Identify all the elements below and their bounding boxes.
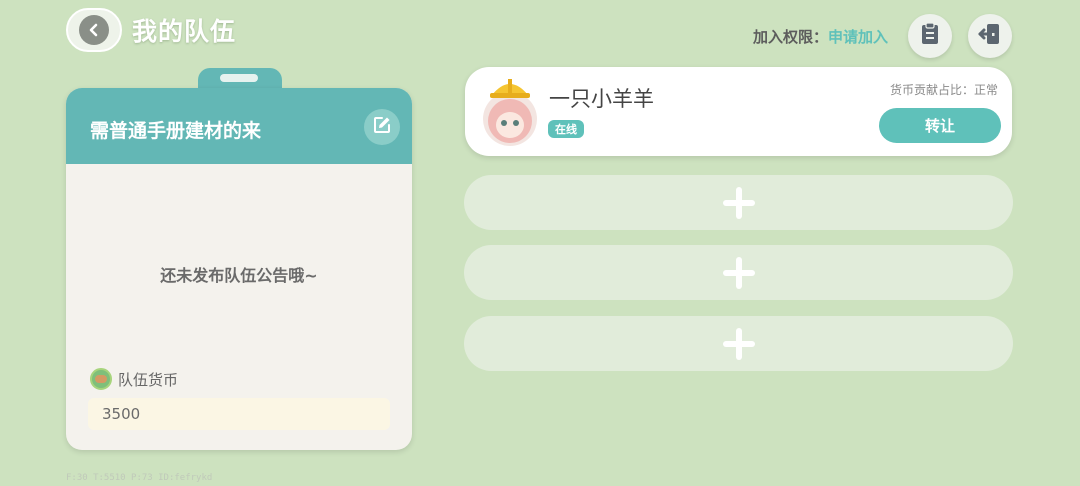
empty-member-slot[interactable] bbox=[464, 316, 1013, 371]
back-arrow-icon bbox=[79, 15, 109, 45]
empty-member-slot[interactable] bbox=[464, 245, 1013, 300]
plus-icon bbox=[722, 327, 755, 360]
pencil-edit-icon bbox=[372, 115, 392, 139]
notice-empty-text: 还未发布队伍公告哦~ bbox=[160, 266, 318, 285]
team-currency-box: 3500 bbox=[88, 398, 390, 430]
member-name: 一只小羊羊 bbox=[549, 87, 654, 111]
team-currency-label: 队伍货币 bbox=[118, 370, 179, 389]
exit-door-icon bbox=[978, 22, 1002, 50]
team-currency-value: 3500 bbox=[102, 405, 141, 423]
empty-member-slot[interactable] bbox=[464, 175, 1013, 230]
team-name: 需普通手册建材的来 bbox=[90, 120, 262, 142]
join-permission-value[interactable]: 申请加入 bbox=[828, 28, 888, 46]
clipboard-icon bbox=[919, 22, 941, 50]
online-status-badge: 在线 bbox=[548, 120, 584, 138]
transfer-leader-button[interactable]: 转让 bbox=[879, 108, 1001, 143]
edit-team-button[interactable] bbox=[364, 109, 400, 145]
plus-icon bbox=[722, 186, 755, 219]
clipboard-button[interactable] bbox=[908, 14, 952, 58]
team-coin-icon bbox=[90, 368, 112, 390]
page-title: 我的队伍 bbox=[132, 17, 237, 46]
currency-contribution: 货币贡献占比：正常 bbox=[889, 83, 998, 97]
team-currency-label-row: 队伍货币 bbox=[90, 368, 178, 390]
join-permission[interactable]: 加入权限：申请加入 bbox=[753, 26, 888, 47]
member-avatar[interactable] bbox=[479, 75, 541, 147]
notice-card-header: 需普通手册建材的来 bbox=[66, 88, 412, 164]
debug-overlay-text: F:30 T:5510 P:73 ID:fefrykd bbox=[66, 473, 213, 483]
exit-team-button[interactable] bbox=[968, 14, 1012, 58]
join-permission-label: 加入权限： bbox=[753, 28, 829, 46]
back-button[interactable] bbox=[66, 8, 122, 52]
member-card[interactable]: 一只小羊羊 在线 货币贡献占比：正常 转让 bbox=[465, 67, 1012, 156]
team-notice-card: 需普通手册建材的来 还未发布队伍公告哦~ 队伍货币 3500 bbox=[66, 88, 412, 450]
plus-icon bbox=[722, 256, 755, 289]
